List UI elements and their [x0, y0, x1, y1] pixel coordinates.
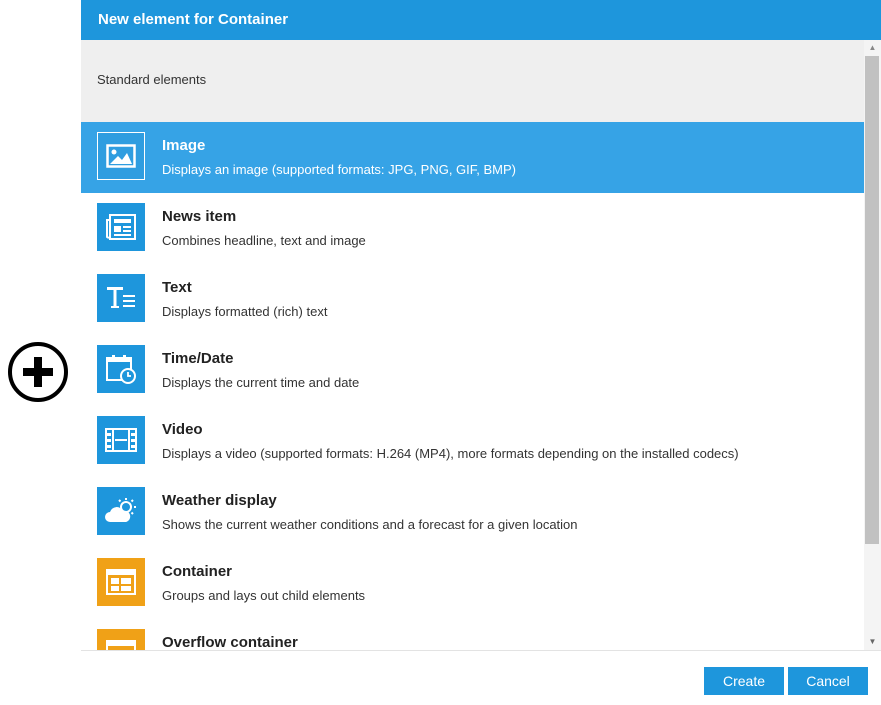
list-item-news[interactable]: News item Combines headline, text and im…	[81, 193, 864, 264]
item-title: Time/Date	[162, 350, 234, 367]
container-icon	[97, 558, 145, 606]
list-item-weather[interactable]: Weather display Shows the current weathe…	[81, 477, 864, 548]
list-item-overflow-container[interactable]: Overflow container	[81, 619, 864, 650]
section-header: Standard elements	[81, 40, 864, 122]
film-icon	[97, 416, 145, 464]
item-title: Container	[162, 563, 233, 580]
item-description: Combines headline, text and image	[162, 233, 366, 248]
item-description: Displays formatted (rich) text	[162, 304, 328, 319]
weather-icon	[97, 487, 145, 535]
news-icon	[97, 203, 145, 251]
list-item-container[interactable]: Container Groups and lays out child elem…	[81, 548, 864, 619]
item-title: News item	[162, 208, 237, 225]
text-icon	[97, 274, 145, 322]
item-description: Groups and lays out child elements	[162, 588, 366, 603]
cancel-button[interactable]: Cancel	[788, 667, 868, 695]
list-item-video[interactable]: Video Displays a video (supported format…	[81, 406, 864, 477]
item-title: Overflow container	[162, 634, 298, 650]
overflow-container-icon	[97, 629, 145, 650]
scroll-up-arrow-icon[interactable]: ▲	[864, 40, 881, 56]
footer-divider	[81, 650, 881, 651]
scroll-down-arrow-icon[interactable]: ▼	[864, 634, 881, 650]
section-title: Standard elements	[97, 72, 207, 87]
item-description: Displays the current time and date	[162, 375, 360, 390]
item-description: Displays a video (supported formats: H.2…	[162, 446, 739, 461]
scroll-thumb[interactable]	[865, 56, 879, 544]
item-title: Weather display	[162, 492, 277, 509]
list-item-text[interactable]: Text Displays formatted (rich) text	[81, 264, 864, 335]
create-button[interactable]: Create	[704, 667, 784, 695]
list-item-time-date[interactable]: Time/Date Displays the current time and …	[81, 335, 864, 406]
item-description: Shows the current weather conditions and…	[162, 517, 578, 532]
calendar-clock-icon	[97, 345, 145, 393]
item-title: Image	[162, 137, 206, 154]
item-description: Displays an image (supported formats: JP…	[162, 162, 517, 177]
list-item-image[interactable]: Image Displays an image (supported forma…	[81, 122, 864, 193]
dialog-title: New element for Container	[81, 0, 881, 40]
image-icon	[97, 132, 145, 180]
item-title: Video	[162, 421, 203, 438]
new-element-dialog: New element for Container Standard eleme…	[81, 0, 881, 705]
add-cursor-icon	[8, 342, 68, 402]
element-list: Standard elements Image Displays an imag…	[81, 40, 864, 650]
list-scrollbar[interactable]: ▲ ▼	[864, 40, 881, 650]
item-title: Text	[162, 279, 192, 296]
